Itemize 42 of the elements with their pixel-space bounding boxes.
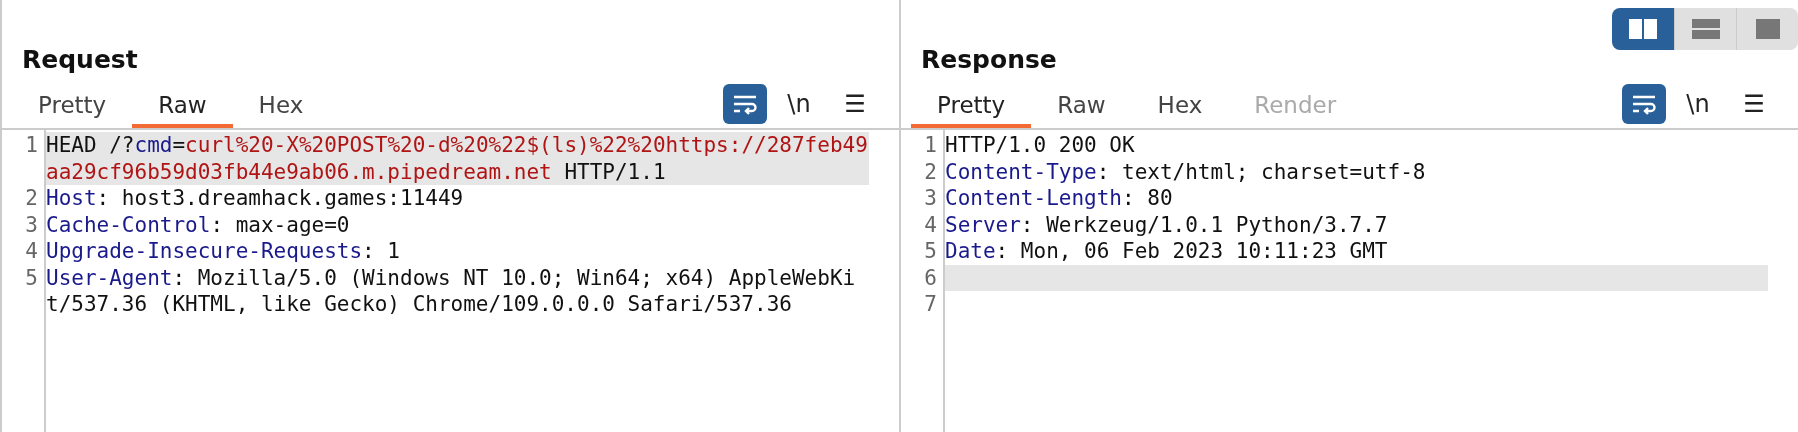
line-number: 2 bbox=[24, 185, 39, 212]
tab[interactable]: Pretty bbox=[911, 80, 1032, 128]
line-number: 1 bbox=[923, 132, 938, 159]
wrap-icon bbox=[732, 93, 758, 115]
code-line: Content-Type: text/html; charset=utf-8 bbox=[945, 158, 1427, 185]
line-number: 7 bbox=[923, 291, 938, 318]
newline-button[interactable]: \n bbox=[775, 90, 823, 118]
menu-button[interactable]: ☰ bbox=[1730, 90, 1778, 118]
tab[interactable]: Raw bbox=[1031, 80, 1132, 128]
layout-button[interactable] bbox=[1674, 8, 1736, 50]
code-line: Server: Werkzeug/1.0.1 Python/3.7.7 bbox=[945, 211, 1389, 238]
code-line: Upgrade-Insecure-Requests: 1 bbox=[46, 238, 401, 265]
code-line: Date: Mon, 06 Feb 2023 10:11:23 GMT bbox=[945, 238, 1389, 265]
tab[interactable]: Hex bbox=[232, 80, 330, 128]
newline-button[interactable]: \n bbox=[1674, 90, 1722, 118]
line-number: 4 bbox=[24, 238, 39, 265]
rows-icon bbox=[1690, 18, 1721, 40]
code-line: HTTP/1.0 200 OK bbox=[945, 132, 1136, 159]
tab[interactable]: Raw bbox=[132, 80, 233, 128]
wrap-lines-button[interactable] bbox=[1622, 84, 1666, 124]
wrap-lines-button[interactable] bbox=[723, 84, 767, 124]
code-line: Content-Length: 80 bbox=[945, 185, 1174, 212]
code-line: Cache-Control: max-age=0 bbox=[46, 211, 351, 238]
layout-button[interactable] bbox=[1612, 8, 1674, 50]
line-number: 3 bbox=[923, 185, 938, 212]
line-number: 1 bbox=[24, 132, 39, 159]
line-number: 5 bbox=[24, 264, 39, 292]
line-number: 2 bbox=[923, 158, 938, 185]
line-number: 3 bbox=[24, 211, 39, 238]
code-line: Host: host3.dreamhack.games:11449 bbox=[46, 185, 465, 212]
tab[interactable]: Hex bbox=[1131, 80, 1229, 128]
layout-button[interactable] bbox=[1736, 8, 1798, 50]
pane-title: Request bbox=[22, 45, 138, 74]
columns-icon bbox=[1628, 18, 1658, 40]
menu-button[interactable]: ☰ bbox=[831, 90, 879, 118]
code-line: User-Agent: Mozilla/5.0 (Windows NT 10.0; Win64; x64) AppleWebKit/537.36 (KHTML, like Gecko) Chrome/109.0.0.0 Safari/537.36 bbox=[46, 264, 857, 318]
wrap-icon bbox=[1631, 93, 1657, 115]
line-number: 6 bbox=[923, 264, 938, 291]
pane-title: Response bbox=[921, 45, 1057, 74]
line-number: 5 bbox=[923, 238, 938, 265]
line-number: 4 bbox=[923, 211, 938, 238]
tab[interactable]: Pretty bbox=[12, 80, 133, 128]
